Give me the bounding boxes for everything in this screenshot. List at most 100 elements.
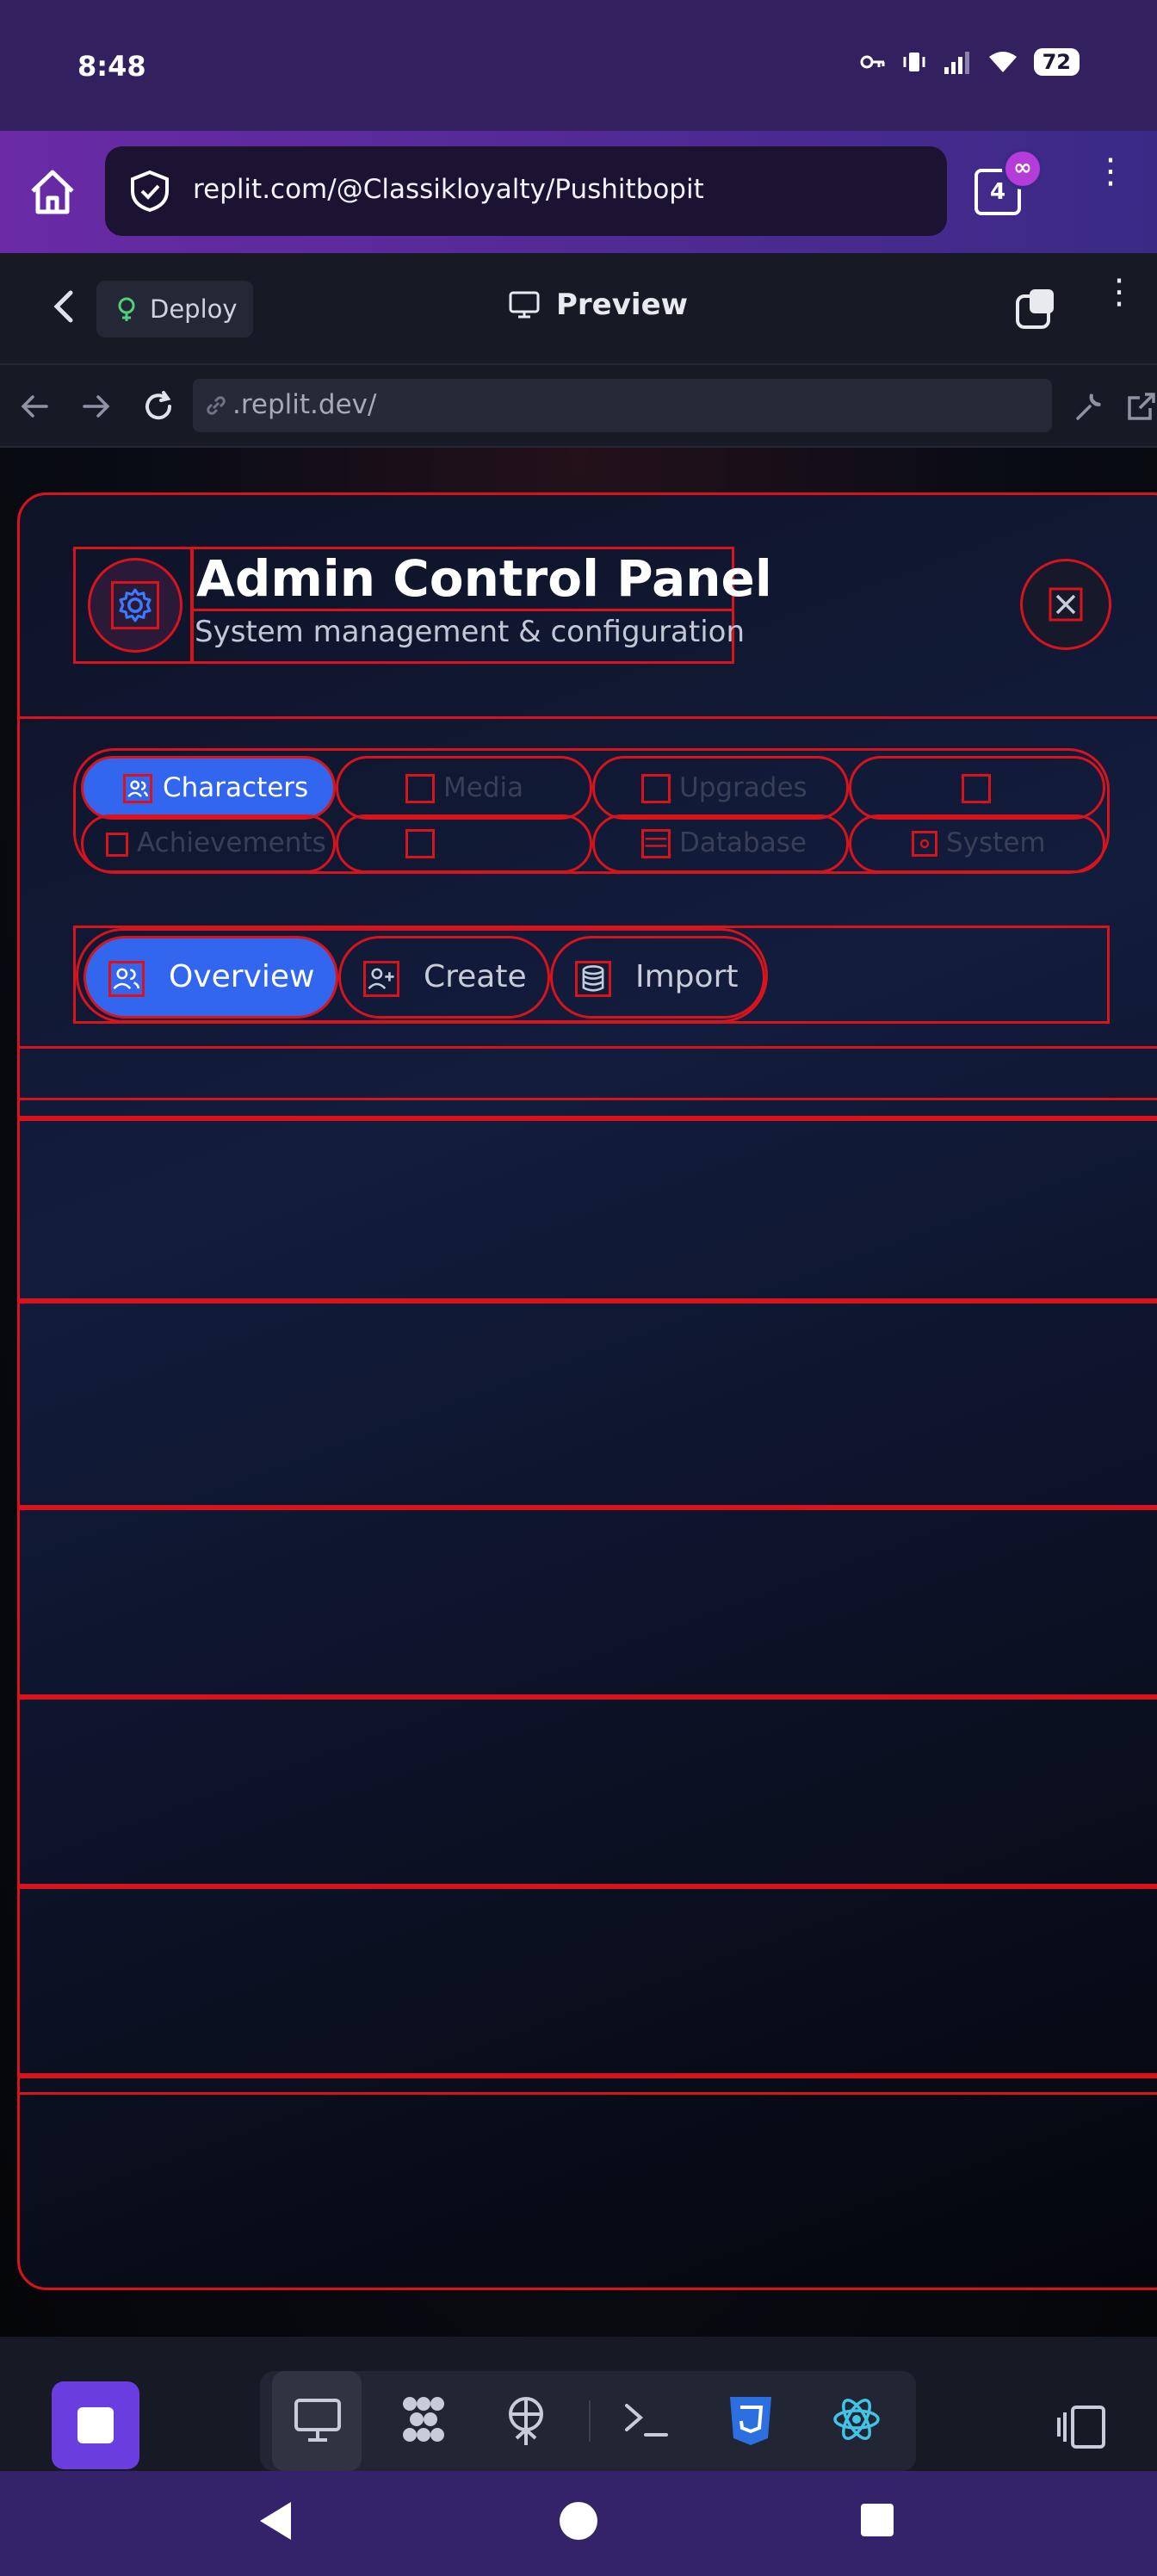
external-link-icon[interactable]: [1124, 389, 1157, 424]
content-divider: [20, 1046, 1157, 1049]
sub-tabs-container: Overview Create Import: [73, 926, 1110, 1024]
tab-system-label: System: [946, 827, 1046, 858]
app-preview: Admin Control Panel System management & …: [0, 448, 1157, 2337]
tab-upgrades-label: Upgrades: [679, 772, 807, 803]
arrow-left-icon[interactable]: [17, 389, 52, 424]
android-nav-bar: [0, 2471, 1157, 2576]
back-chevron-icon[interactable]: [46, 288, 81, 325]
url-bar[interactable]: replit.com/@Classikloyalty/Pushitbopit: [105, 146, 947, 236]
status-time: 8:48: [77, 50, 146, 83]
tab-achievements[interactable]: Achievements: [81, 814, 336, 873]
gear-icon: [111, 581, 159, 629]
monitor-icon: [509, 291, 540, 319]
tab-system[interactable]: System: [849, 814, 1105, 873]
monitor-icon: [294, 2399, 341, 2442]
sub-tabs: Overview Create Import: [76, 928, 768, 1023]
tab-database[interactable]: Database: [592, 814, 849, 873]
agent-icon: [403, 2397, 444, 2442]
url-text: replit.com/@Classikloyalty/Pushitbopit: [193, 174, 704, 205]
toolbar-divider: [589, 2400, 591, 2442]
tab-media-label: Media: [443, 772, 524, 803]
tab-characters-label: Characters: [163, 772, 309, 803]
tool-switcher: [260, 2371, 916, 2471]
upgrades-icon: [641, 774, 671, 803]
list-item: [20, 1697, 1157, 1886]
webview-address-field[interactable]: .replit.dev/: [193, 379, 1052, 432]
webview-bar: .replit.dev/: [0, 365, 1157, 448]
link-icon: [207, 396, 226, 415]
stop-button[interactable]: [52, 2381, 139, 2469]
tab-overview[interactable]: Overview: [84, 936, 338, 1019]
vibrate-icon: [903, 53, 925, 71]
tab-upgrades[interactable]: Upgrades: [592, 756, 849, 820]
media-icon: [405, 774, 435, 803]
settings-circle: [88, 558, 183, 653]
tab-fourth[interactable]: [849, 756, 1105, 820]
agent-tool[interactable]: [377, 2371, 467, 2471]
shell-tool[interactable]: [601, 2371, 690, 2471]
status-icons: 72: [860, 48, 1080, 76]
trophy-icon: [106, 833, 128, 857]
nav-back-icon[interactable]: [260, 2502, 291, 2540]
status-bar: 8:48 72: [0, 0, 1157, 131]
database-icon: [575, 961, 611, 997]
list-item: [20, 1301, 1157, 1508]
key-icon: [860, 55, 885, 69]
replit-menu-button[interactable]: ⋮: [1102, 275, 1136, 309]
wrench-icon[interactable]: [1071, 389, 1105, 424]
system-icon: [912, 831, 937, 857]
browser-bar: replit.com/@Classikloyalty/Pushitbopit 4…: [0, 131, 1157, 253]
wifi-icon: [988, 52, 1017, 72]
admin-panel-header: Admin Control Panel System management & …: [20, 495, 1157, 719]
deploy-icon: [509, 2397, 543, 2445]
close-icon: [1049, 587, 1083, 622]
shield-icon: [131, 170, 169, 213]
settings-badge: [73, 547, 194, 664]
panel-toggle-icon[interactable]: [1055, 2404, 1107, 2450]
deploy-tool[interactable]: [480, 2371, 570, 2471]
browser-menu-button[interactable]: ⋮: [1093, 154, 1128, 189]
list-item: [20, 1098, 1157, 1118]
page-title: Admin Control Panel: [193, 549, 772, 611]
list-item: [20, 1886, 1157, 2076]
css3-icon: [730, 2397, 771, 2445]
arrow-right-icon[interactable]: [79, 389, 114, 424]
tab-import-label: Import: [635, 959, 739, 994]
signal-icon: [944, 52, 969, 74]
deploy-icon: [118, 297, 135, 321]
tab-database-label: Database: [679, 827, 807, 858]
admin-panel: Admin Control Panel System management & …: [17, 492, 1157, 2290]
tab-overview-label: Overview: [169, 959, 315, 994]
battery-icon: 72: [1033, 48, 1080, 76]
user-plus-icon: [363, 961, 399, 997]
preview-tool[interactable]: [272, 2371, 362, 2471]
category-tabs: Characters Media Upgrades Achievements D…: [73, 748, 1110, 874]
replit-toolbar: [0, 2337, 1157, 2471]
close-button[interactable]: [1020, 559, 1111, 650]
deploy-label: Deploy: [150, 294, 238, 324]
tab-fourth-icon: [962, 774, 991, 803]
tab-create-label: Create: [424, 959, 527, 994]
tab-media[interactable]: Media: [336, 756, 592, 820]
page-subtitle: System management & configuration: [195, 615, 746, 649]
react-tool[interactable]: [811, 2371, 900, 2471]
refresh-icon[interactable]: [141, 389, 176, 424]
tab-create[interactable]: Create: [338, 936, 550, 1019]
terminal-icon: [625, 2404, 668, 2437]
new-tab-icon[interactable]: [1014, 288, 1057, 331]
nav-recents-icon[interactable]: [861, 2504, 894, 2536]
tab-import[interactable]: Import: [550, 936, 765, 1019]
tab-sixth[interactable]: [336, 814, 592, 873]
list-item: [20, 2076, 1157, 2095]
preview-tab[interactable]: Preview: [508, 288, 688, 322]
react-icon: [833, 2399, 880, 2440]
nav-home-icon[interactable]: [560, 2502, 597, 2540]
webview-address-text: .replit.dev/: [232, 389, 377, 420]
home-icon[interactable]: [26, 165, 79, 219]
deploy-button[interactable]: Deploy: [96, 281, 253, 337]
list-item: [20, 1118, 1157, 1301]
tab-count-badge: ∞: [1002, 148, 1043, 189]
tab-characters[interactable]: Characters: [81, 756, 336, 820]
tab-sixth-icon: [405, 829, 435, 858]
css-tool[interactable]: [706, 2371, 795, 2471]
